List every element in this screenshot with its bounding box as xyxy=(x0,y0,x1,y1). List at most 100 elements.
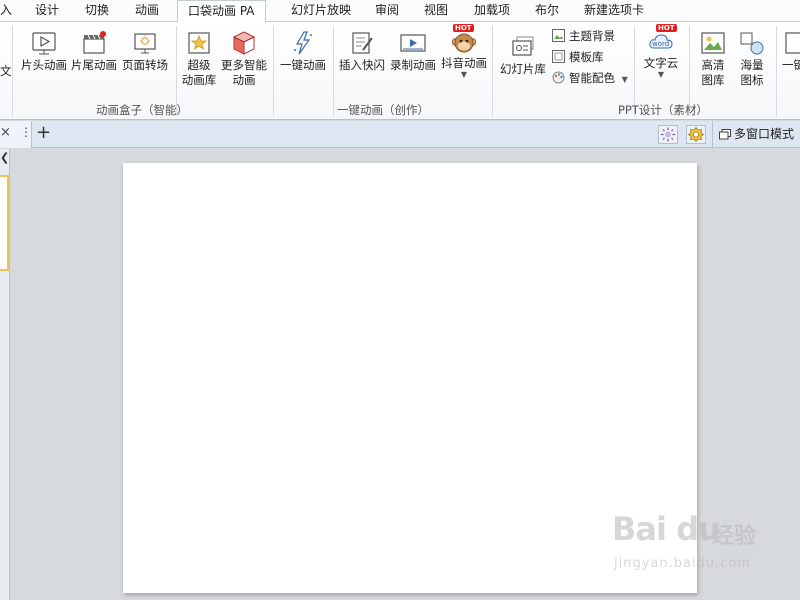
one-key-animation-button[interactable]: 一键动画 xyxy=(279,30,327,73)
hd-image-library-label-2: 图库 xyxy=(701,73,725,87)
collapse-panel-icon[interactable]: ❮ xyxy=(0,151,9,164)
smart-color-button[interactable]: 智能配色 ▼ xyxy=(552,69,628,87)
slide-canvas[interactable] xyxy=(123,163,697,593)
watermark-url: jingyan.baidu.com xyxy=(614,556,751,571)
hd-image-library-label-1: 高清 xyxy=(701,58,725,72)
chevron-down-icon: ▼ xyxy=(621,75,628,84)
chevron-down-icon: ▼ xyxy=(460,70,468,79)
sparkle-button[interactable] xyxy=(658,125,678,144)
tab-review[interactable]: 审阅 xyxy=(375,0,399,22)
tab-slideshow[interactable]: 幻灯片放映 xyxy=(291,0,351,22)
group-label-ppt-design: PPT设计（素材） xyxy=(618,103,708,117)
frame-icon xyxy=(784,30,800,56)
mass-icons-label-1: 海量 xyxy=(740,58,764,72)
slide-thumbnail[interactable] xyxy=(0,175,9,271)
more-smart-animation-label-1: 更多智能 xyxy=(221,58,267,72)
tab-boolean[interactable]: 布尔 xyxy=(535,0,559,22)
smart-color-label: 智能配色 xyxy=(569,71,615,85)
ribbon-menu-tabs: 入 设计 切换 动画 口袋动画 PA 幻灯片放映 审阅 视图 加载项 布尔 新建… xyxy=(0,0,800,23)
clapperboard-icon xyxy=(81,30,107,56)
slide-library-label: 幻灯片库 xyxy=(500,62,546,76)
super-animation-library-label-1: 超级 xyxy=(187,58,211,72)
cube-icon xyxy=(231,30,257,56)
theme-background-button[interactable]: 主题背景 xyxy=(552,27,615,45)
super-animation-library-label-2: 动画库 xyxy=(181,73,217,87)
document-tab[interactable]: × ⋮ xyxy=(0,121,32,148)
opening-animation-label: 片头动画 xyxy=(21,58,67,72)
template-icon xyxy=(552,50,565,63)
slide-thumbnail-panel: ❮ xyxy=(0,149,10,600)
more-smart-animation-button[interactable]: 更多智能 动画 xyxy=(220,30,268,88)
close-icon[interactable]: × xyxy=(0,125,11,140)
douyin-animation-label: 抖音动画 xyxy=(441,56,487,70)
landscape-picture-icon xyxy=(700,30,726,56)
edit-document-icon xyxy=(349,30,375,56)
mass-icons-button[interactable]: 海量 图标 xyxy=(735,30,769,88)
mass-icons-label-2: 图标 xyxy=(740,73,764,87)
opening-animation-button[interactable]: 片头动画 xyxy=(20,30,68,73)
word-cloud-button[interactable]: HOT word 文字云 ▼ xyxy=(640,24,682,79)
word-cloud-icon: HOT word xyxy=(648,24,677,54)
template-library-button[interactable]: 模板库 xyxy=(552,48,604,66)
insert-flash-label: 插入快闪 xyxy=(339,58,385,72)
star-frame-icon xyxy=(186,30,212,56)
record-animation-button[interactable]: 录制动画 xyxy=(389,30,437,73)
video-player-icon xyxy=(400,30,426,56)
ending-animation-button[interactable]: 片尾动画 xyxy=(70,30,118,73)
hot-badge: HOT xyxy=(656,24,677,32)
new-tab-button[interactable]: + xyxy=(36,122,51,143)
watermark-brand: 经验 xyxy=(712,524,757,549)
watermark-logo: Bai du xyxy=(612,510,721,548)
group-label-one-key: 一键动画（创作） xyxy=(337,103,429,117)
gear-icon xyxy=(687,126,705,143)
multi-window-mode-button[interactable]: 多窗口模式 xyxy=(712,121,800,148)
word-cloud-icon-text: word xyxy=(652,40,670,48)
document-tab-strip: × ⋮ + 多窗口模式 xyxy=(0,121,800,148)
baidu-jingyan-watermark: Bai du 经验 jingyan.baidu.com xyxy=(612,510,792,590)
group-separator xyxy=(273,26,274,116)
page-transition-button[interactable]: 页面转场 xyxy=(121,30,169,73)
word-cloud-label: 文字云 xyxy=(643,56,679,70)
shapes-icon xyxy=(739,30,765,56)
settings-button[interactable] xyxy=(686,125,706,144)
record-animation-label: 录制动画 xyxy=(390,58,436,72)
tab-new-tab[interactable]: 新建选项卡 xyxy=(584,0,644,22)
ribbon-panel: 文 片头动画 片尾动画 页面转场 超级 动画库 更多智能 动画 动画盒子（智能） xyxy=(0,22,800,120)
group-separator xyxy=(492,26,493,116)
tab-design[interactable]: 设计 xyxy=(35,0,59,22)
tab-view[interactable]: 视图 xyxy=(424,0,448,22)
more-options-icon[interactable]: ⋮ xyxy=(20,125,32,139)
page-transition-label: 页面转场 xyxy=(122,58,168,72)
play-screen-icon xyxy=(31,30,57,56)
slides-stack-icon xyxy=(510,34,536,60)
tab-animations[interactable]: 动画 xyxy=(135,0,159,22)
douyin-animation-button[interactable]: HOT 抖音动画 ▼ xyxy=(440,24,488,79)
group-separator xyxy=(333,26,334,116)
theme-background-label: 主题背景 xyxy=(569,29,615,43)
one-key-animation-label: 一键动画 xyxy=(280,58,326,72)
lightning-icon xyxy=(290,30,316,56)
hd-image-library-button[interactable]: 高清 图库 xyxy=(696,30,730,88)
super-animation-library-button[interactable]: 超级 动画库 xyxy=(180,30,218,88)
slide-library-button[interactable]: 幻灯片库 xyxy=(498,34,548,77)
template-library-label: 模板库 xyxy=(569,50,604,64)
partial-button-left[interactable]: 文 xyxy=(0,64,12,79)
sparkle-icon xyxy=(661,127,675,142)
tab-insert[interactable]: 入 xyxy=(0,0,12,22)
insert-flash-button[interactable]: 插入快闪 xyxy=(338,30,386,73)
picture-icon xyxy=(552,29,565,42)
group-separator xyxy=(776,26,777,116)
group-separator xyxy=(12,26,13,116)
tab-pocket-animation[interactable]: 口袋动画 PA xyxy=(177,0,266,23)
tab-addins[interactable]: 加载项 xyxy=(474,0,510,22)
hot-badge: HOT xyxy=(453,24,474,32)
monkey-face-icon: HOT xyxy=(451,24,477,54)
partial-button-right-label: 一键 xyxy=(782,58,800,72)
tab-transitions[interactable]: 切换 xyxy=(85,0,109,22)
ending-animation-label: 片尾动画 xyxy=(71,58,117,72)
partial-button-right[interactable]: 一键 xyxy=(782,30,800,73)
chevron-down-icon: ▼ xyxy=(657,70,665,79)
group-label-animation-box: 动画盒子（智能） xyxy=(96,103,188,117)
more-smart-animation-label-2: 动画 xyxy=(232,73,256,87)
palette-icon xyxy=(552,71,565,84)
